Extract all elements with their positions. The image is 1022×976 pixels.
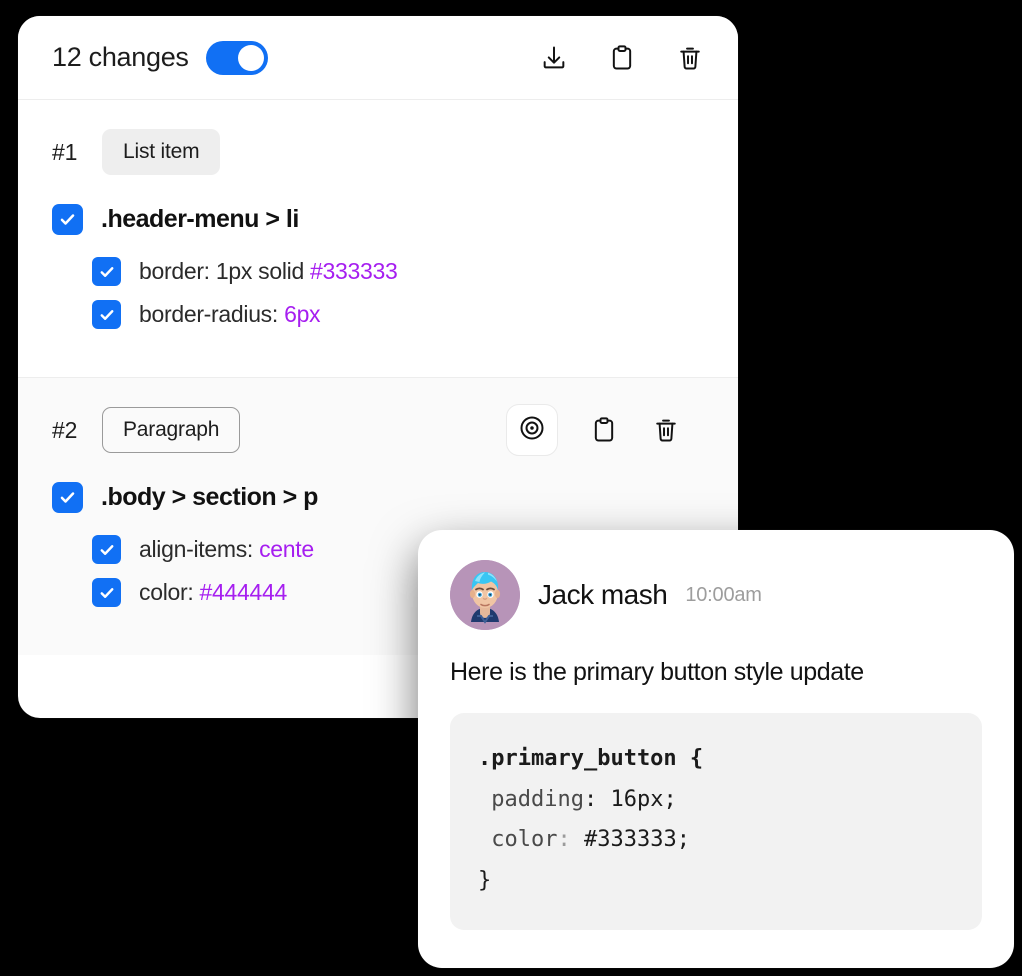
download-button[interactable]	[538, 42, 570, 74]
selector-row: .header-menu > li	[52, 204, 704, 235]
code-value: #333333;	[570, 827, 690, 853]
element-tag-chip[interactable]: Paragraph	[102, 407, 241, 453]
property-value: #333333	[310, 258, 398, 284]
user-avatar-icon	[450, 560, 520, 630]
property-value: #444444	[199, 579, 288, 605]
property-checkbox[interactable]	[92, 300, 121, 329]
property-text: border: 1px solid #333333	[139, 258, 398, 285]
section-index: #2	[52, 416, 78, 443]
property-name: border-radius:	[139, 301, 285, 327]
code-snippet: .primary_button { padding: 16px; color: …	[450, 713, 982, 930]
copy-button[interactable]	[606, 42, 638, 74]
property-row: border: 1px solid #333333	[92, 257, 704, 286]
comment-timestamp: 10:00am	[685, 583, 762, 606]
code-value: : 16px;	[583, 786, 677, 812]
changes-toggle[interactable]	[205, 40, 268, 75]
property-row: border-radius: 6px	[92, 300, 704, 329]
page-title: 12 changes	[52, 42, 189, 72]
selector-checkbox[interactable]	[52, 482, 83, 513]
code-line: color: #333333;	[478, 820, 954, 861]
panel-header: 12 changes	[18, 16, 738, 100]
property-checkbox[interactable]	[92, 257, 121, 286]
download-icon	[540, 44, 568, 72]
delete-button[interactable]	[674, 42, 706, 74]
trash-icon	[676, 44, 704, 72]
selector-checkbox[interactable]	[52, 204, 83, 235]
target-icon	[518, 414, 546, 447]
property-text: border-radius: 6px	[139, 301, 321, 328]
property-text: align-items: cente	[139, 536, 314, 563]
property-checkbox[interactable]	[92, 578, 121, 607]
property-text: color: #444444	[139, 579, 287, 606]
css-selector: .header-menu > li	[101, 205, 299, 233]
code-line: padding: 16px;	[478, 780, 954, 821]
property-value: cente	[259, 536, 314, 562]
comment-message: Here is the primary button style update	[450, 658, 864, 686]
property-name: align-items:	[139, 536, 260, 562]
avatar[interactable]	[450, 560, 520, 630]
comment-header: Jack mash 10:00am	[450, 560, 982, 630]
clipboard-icon	[608, 44, 636, 72]
clipboard-icon	[590, 416, 618, 444]
copy-button[interactable]	[588, 414, 620, 446]
section-actions	[506, 404, 704, 456]
change-section-1: #1 List item .header-menu > li border: 1…	[18, 100, 738, 377]
property-name: color:	[139, 579, 200, 605]
delete-button[interactable]	[650, 414, 682, 446]
property-value: 6px	[284, 301, 321, 327]
screen: 12 changes #1 List item .header-menu > l…	[0, 0, 1022, 976]
code-line: .primary_button {	[478, 746, 704, 771]
comment-card: Jack mash 10:00am Here is the primary bu…	[418, 530, 1014, 968]
property-name: border: 1px solid	[139, 258, 311, 284]
code-property: padding	[478, 786, 584, 812]
inspect-button[interactable]	[506, 404, 558, 456]
section-header: #2 Paragraph	[52, 404, 704, 456]
property-list: border: 1px solid #333333 border-radius:…	[52, 257, 704, 329]
toggle-knob	[237, 44, 264, 71]
property-checkbox[interactable]	[92, 535, 121, 564]
section-header: #1 List item	[52, 126, 704, 178]
selector-row: .body > section > p	[52, 482, 704, 513]
code-line: }	[478, 868, 492, 894]
css-selector: .body > section > p	[101, 483, 318, 511]
element-tag-chip[interactable]: List item	[102, 129, 221, 175]
code-property: color	[478, 827, 558, 853]
code-colon: :	[557, 827, 571, 853]
comment-author: Jack mash	[538, 579, 668, 610]
trash-icon	[652, 416, 680, 444]
section-index: #1	[52, 138, 78, 165]
header-actions	[538, 42, 706, 74]
